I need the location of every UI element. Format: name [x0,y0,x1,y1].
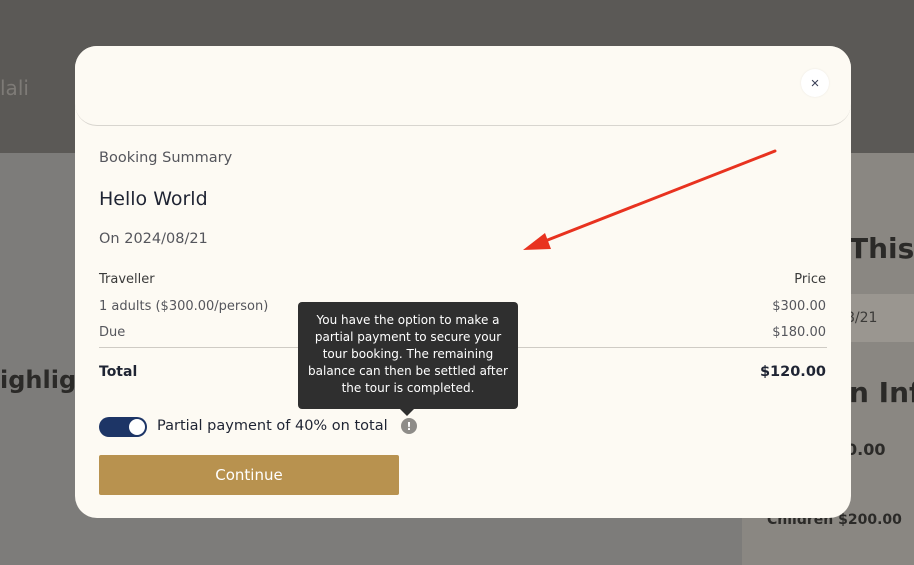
partial-payment-label: Partial payment of 40% on total [157,418,388,434]
continue-button[interactable]: Continue [99,455,399,495]
booking-summary-label: Booking Summary [99,150,233,166]
toggle-knob [129,419,145,435]
adults-line-price: $300.00 [772,299,826,314]
tour-title: Hello World [99,188,208,210]
traveller-column-header: Traveller [99,272,155,287]
close-button[interactable]: × [801,69,829,97]
partial-payment-toggle[interactable] [99,417,147,437]
background-highlights-heading: ighlig [0,366,77,394]
due-line-price: $180.00 [772,325,826,340]
background-price: 0.00 [846,440,886,459]
background-brand-text: lali [0,76,29,100]
tooltip-arrow [400,409,414,416]
adults-line-label: 1 adults ($300.00/person) [99,299,269,314]
booking-summary-modal: × Booking Summary Hello World On 2024/08… [75,46,851,518]
tour-date: On 2024/08/21 [99,231,208,247]
partial-payment-tooltip: You have the option to make a partial pa… [298,302,518,409]
total-label: Total [99,364,138,380]
info-icon[interactable]: ! [401,418,417,434]
background-info-heading: n Inf [849,376,914,409]
due-line-label: Due [99,325,126,340]
background-sidebar-title: This [849,232,914,265]
total-value: $120.00 [759,364,826,380]
modal-header: × [75,46,851,126]
close-icon: × [810,74,820,92]
price-column-header: Price [794,272,826,287]
